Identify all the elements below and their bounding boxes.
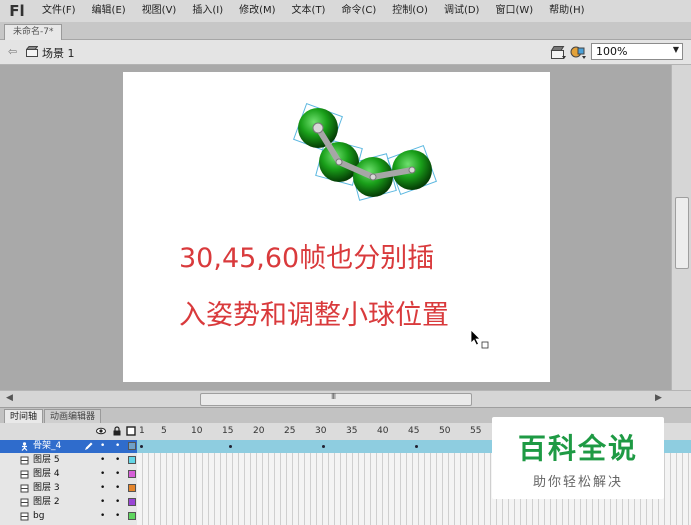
lock-toggle[interactable]: •: [115, 510, 120, 523]
menu-bar: Fl 文件(F) 编辑(E) 视图(V) 插入(I) 修改(M) 文本(T) 命…: [0, 0, 691, 23]
bone-joint[interactable]: [408, 166, 416, 174]
layer-icon: [20, 498, 29, 507]
menu-text[interactable]: 文本(T): [284, 0, 334, 22]
layer-row-5[interactable]: 图层 5 • •: [0, 454, 137, 467]
layer-color-swatch[interactable]: [128, 442, 136, 450]
visibility-toggle[interactable]: •: [100, 468, 105, 481]
app-logo: Fl: [9, 2, 25, 20]
edit-symbol-icon[interactable]: [570, 44, 587, 60]
frame-number: 35: [346, 426, 358, 436]
layer-row-armature[interactable]: 骨架_4 • •: [0, 440, 137, 453]
visibility-toggle[interactable]: •: [100, 454, 105, 467]
frame-number: 1: [139, 426, 145, 436]
frame-number: 10: [191, 426, 203, 436]
scroll-grip: III: [331, 392, 336, 401]
document-tab[interactable]: 未命名-7*: [4, 24, 63, 40]
lock-toggle[interactable]: •: [115, 496, 120, 509]
pose-keyframe[interactable]: [229, 445, 232, 448]
visibility-toggle[interactable]: •: [100, 440, 105, 453]
zoom-value: 100%: [596, 45, 628, 58]
menu-insert[interactable]: 插入(I): [184, 0, 231, 22]
bone-joint[interactable]: [335, 158, 343, 166]
lock-toggle[interactable]: •: [115, 454, 120, 467]
layer-icon: [20, 470, 29, 479]
arrow-left-icon[interactable]: ⇦: [8, 45, 17, 58]
layer-row-bg[interactable]: bg • •: [0, 510, 137, 523]
visibility-toggle[interactable]: •: [100, 482, 105, 495]
layer-name: 图层 4: [33, 469, 60, 479]
scroll-left-icon[interactable]: ◀: [6, 393, 13, 403]
armature-layer-icon: [21, 442, 28, 451]
zoom-select[interactable]: 100% ▼: [591, 43, 683, 60]
frame-number: 55: [470, 426, 482, 436]
layer-color-swatch[interactable]: [128, 470, 136, 478]
lock-icon[interactable]: [112, 426, 122, 436]
layer-color-swatch[interactable]: [128, 512, 136, 520]
scene-label[interactable]: 场景 1: [42, 45, 75, 61]
scene-clapper-icon: [26, 46, 38, 57]
frame-number: 20: [253, 426, 265, 436]
layer-row-2[interactable]: 图层 2 • •: [0, 496, 137, 509]
watermark-title: 百科全说: [517, 432, 638, 465]
layer-color-swatch[interactable]: [128, 456, 136, 464]
chevron-down-icon[interactable]: ▼: [673, 45, 679, 54]
pose-keyframe[interactable]: [140, 445, 143, 448]
frame-number: 15: [222, 426, 234, 436]
outline-icon[interactable]: [126, 426, 136, 436]
layer-name: 骨架_4: [33, 441, 62, 451]
cursor-icon: [470, 329, 489, 349]
layer-color-swatch[interactable]: [128, 498, 136, 506]
layer-icon: [20, 456, 29, 465]
lock-toggle[interactable]: •: [115, 468, 120, 481]
frame-number: 5: [161, 426, 167, 436]
layer-color-swatch[interactable]: [128, 484, 136, 492]
bone-joint[interactable]: [312, 122, 324, 134]
layer-row-3[interactable]: 图层 3 • •: [0, 482, 137, 495]
vertical-scrollbar[interactable]: [671, 65, 691, 390]
watermark-subtitle: 助你轻松解决: [532, 475, 623, 490]
pose-keyframe[interactable]: [415, 445, 418, 448]
layer-name: bg: [33, 511, 45, 521]
menu-help[interactable]: 帮助(H): [541, 0, 592, 22]
layer-name: 图层 3: [33, 483, 60, 493]
menu-commands[interactable]: 命令(C): [333, 0, 384, 22]
frame-number: 25: [284, 426, 296, 436]
stage-area: 30,45,60帧也分别插入姿势和调整小球位置: [0, 65, 671, 390]
menu-control[interactable]: 控制(O): [384, 0, 436, 22]
frame-number: 40: [377, 426, 389, 436]
lock-toggle[interactable]: •: [115, 440, 120, 453]
vertical-scroll-thumb[interactable]: [675, 197, 689, 269]
visibility-toggle[interactable]: •: [100, 496, 105, 509]
scroll-right-icon[interactable]: ▶: [655, 393, 662, 403]
layer-icon: [20, 484, 29, 493]
menu-debug[interactable]: 调试(D): [436, 0, 488, 22]
eye-icon[interactable]: [96, 426, 106, 436]
edit-bar: ⇦ 场景 1 100% ▼: [0, 40, 691, 65]
bone-joint[interactable]: [369, 173, 377, 181]
layer-icon: [20, 512, 29, 521]
horizontal-scrollbar[interactable]: ◀ III ▶: [0, 390, 691, 407]
horizontal-scroll-thumb[interactable]: III: [200, 392, 472, 406]
pose-keyframe[interactable]: [322, 445, 325, 448]
layer-name: 图层 5: [33, 455, 60, 465]
menu-edit[interactable]: 编辑(E): [84, 0, 134, 22]
menu-file[interactable]: 文件(F): [34, 0, 84, 22]
pencil-icon: [85, 442, 93, 450]
layer-name: 图层 2: [33, 497, 60, 507]
layer-row-4[interactable]: 图层 4 • •: [0, 468, 137, 481]
menu-window[interactable]: 窗口(W): [487, 0, 541, 22]
visibility-toggle[interactable]: •: [100, 510, 105, 523]
document-tab-bar: 未命名-7*: [0, 22, 691, 40]
instruction-caption: 30,45,60帧也分别插入姿势和调整小球位置: [179, 243, 449, 331]
menu-modify[interactable]: 修改(M): [231, 0, 283, 22]
frame-number: 45: [408, 426, 420, 436]
edit-scene-icon[interactable]: [550, 44, 567, 60]
watermark-badge: 百科全说 助你轻松解决: [492, 417, 664, 499]
menu-view[interactable]: 视图(V): [134, 0, 185, 22]
frame-number: 50: [439, 426, 451, 436]
lock-toggle[interactable]: •: [115, 482, 120, 495]
frame-number: 30: [315, 426, 327, 436]
